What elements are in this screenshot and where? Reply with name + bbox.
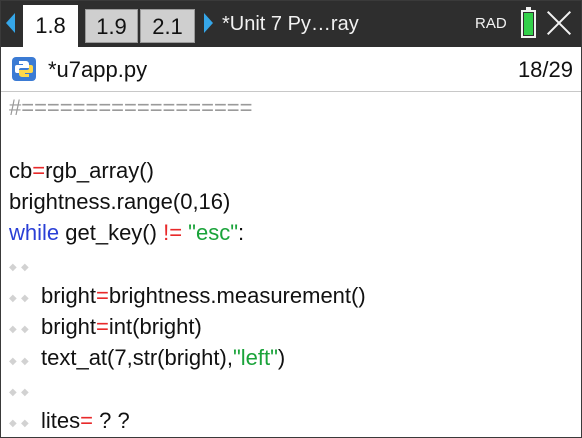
code-line[interactable] — [1, 123, 581, 154]
top-tab-bar: 1.8 1.9 2.1 *Unit 7 Py…ray RAD — [1, 1, 581, 47]
previous-page-arrow-icon[interactable] — [6, 13, 15, 33]
indent-marker-icon — [9, 408, 41, 437]
code-token: brightness.range(0,16) — [9, 188, 231, 214]
file-name: *u7app.py — [48, 57, 148, 82]
code-token: lites — [41, 407, 81, 433]
code-line[interactable]: lites= ? ? — [1, 405, 581, 437]
indent-marker-icon — [9, 314, 41, 345]
code-token: text_at(7,str(bright), — [41, 345, 233, 371]
tab-1-9[interactable]: 1.9 — [85, 9, 138, 43]
string-token: "esc" — [188, 220, 239, 246]
code-token: ) — [277, 345, 286, 371]
code-token: brightness.measurement() — [108, 282, 366, 308]
code-token: bright — [41, 314, 97, 340]
code-line[interactable] — [1, 248, 581, 283]
next-page-arrow-icon[interactable] — [204, 13, 213, 33]
indent-marker-icon — [9, 346, 41, 377]
code-line[interactable]: while get_key() != "esc": — [1, 217, 581, 248]
tab-1-8[interactable]: 1.8 — [23, 5, 78, 47]
editor-file-header: *u7app.py 18/29 — [1, 48, 581, 92]
string-token: "left" — [232, 345, 278, 371]
code-line[interactable] — [1, 374, 581, 408]
operator-token: = — [32, 157, 46, 183]
code-line[interactable]: text_at(7,str(bright),"left") — [1, 342, 581, 377]
indent-marker-icon — [9, 283, 41, 314]
code-line[interactable]: bright=brightness.measurement() — [1, 280, 581, 314]
code-token: ? ? — [92, 407, 130, 433]
comment-text: #================== — [9, 95, 253, 120]
calculator-screen: 1.8 1.9 2.1 *Unit 7 Py…ray RAD *u7app.py… — [0, 0, 582, 438]
code-line[interactable]: #================== — [1, 92, 581, 123]
operator-token: = — [80, 407, 93, 433]
operator-token: = — [96, 314, 109, 340]
code-editor[interactable]: #================== cb=rgb_array() brigh… — [1, 92, 581, 437]
keyword-token: while — [9, 220, 60, 246]
code-token: : — [238, 220, 245, 246]
line-counter: 18/29 — [517, 57, 573, 82]
python-file-icon — [12, 57, 36, 81]
angle-mode-indicator: RAD — [475, 15, 507, 32]
code-token: cb — [9, 157, 33, 183]
code-line[interactable]: brightness.range(0,16) — [1, 186, 581, 217]
battery-icon — [521, 7, 536, 38]
code-token: get_key() — [59, 220, 164, 246]
operator-token: = — [96, 282, 109, 308]
indent-marker-icon — [9, 377, 41, 408]
tab-2-1[interactable]: 2.1 — [140, 9, 195, 43]
close-icon[interactable] — [546, 10, 572, 36]
code-token: rgb_array() — [45, 157, 154, 183]
code-line[interactable]: bright=int(bright) — [1, 311, 581, 345]
document-title: *Unit 7 Py…ray — [222, 13, 359, 35]
code-line[interactable]: cb=rgb_array() — [1, 155, 581, 186]
code-token: bright — [41, 282, 97, 308]
code-token: int(bright) — [108, 314, 202, 340]
indent-marker-icon — [9, 252, 41, 283]
operator-token: != — [163, 220, 183, 246]
